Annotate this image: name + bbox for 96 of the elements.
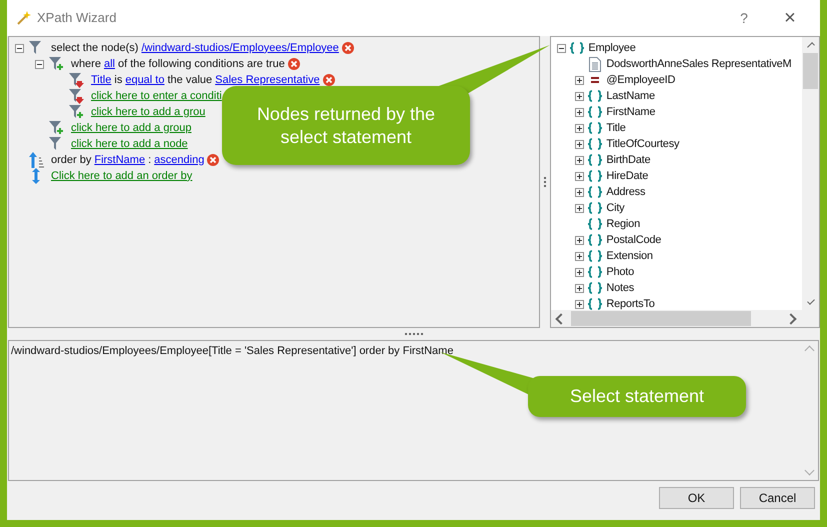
node-label[interactable]: Region — [606, 216, 640, 232]
node-label[interactable]: DodsworthAnneSales RepresentativeM — [606, 56, 792, 72]
delete-icon[interactable] — [322, 74, 335, 86]
node-label[interactable]: LastName — [606, 88, 655, 104]
splitter-grip-icon[interactable] — [544, 177, 546, 187]
query-text: : — [148, 152, 152, 168]
braces-icon — [588, 234, 602, 246]
scrollbar-thumb[interactable] — [803, 53, 818, 89]
braces-icon — [588, 282, 602, 294]
query-link[interactable]: equal to — [125, 72, 164, 88]
query-link[interactable]: FirstName — [94, 152, 146, 168]
magic-wand-icon — [17, 11, 31, 25]
node-label[interactable]: City — [606, 200, 624, 216]
expand-toggle-icon[interactable] — [575, 156, 584, 164]
braces-icon — [570, 42, 584, 54]
expand-toggle-icon[interactable] — [575, 204, 584, 212]
query-link[interactable]: all — [104, 56, 115, 72]
delete-icon[interactable] — [288, 58, 300, 70]
braces-icon — [588, 122, 602, 134]
braces-icon — [588, 202, 602, 214]
expand-toggle-icon[interactable] — [575, 252, 584, 260]
scroll-down-icon[interactable] — [806, 297, 814, 305]
callout: Select statement — [528, 376, 746, 417]
add-link[interactable]: click here to add a group — [71, 120, 192, 136]
expand-toggle-icon[interactable] — [575, 124, 584, 132]
braces-icon — [588, 266, 602, 278]
expand-toggle-icon[interactable] — [575, 236, 584, 244]
query-text: of the following conditions are true — [118, 56, 285, 72]
braces-icon — [588, 90, 602, 102]
node-label[interactable]: @EmployeeID — [606, 72, 676, 88]
query-link[interactable]: ascending — [154, 152, 204, 168]
delete-icon[interactable] — [207, 154, 220, 166]
expand-toggle-icon[interactable] — [575, 188, 584, 196]
scrollbar-thumb[interactable] — [571, 311, 752, 326]
add-link[interactable]: click here to enter a conditi — [91, 88, 222, 104]
expand-toggle-icon[interactable] — [575, 140, 584, 148]
statement-text: /windward-studios/Employees/Employee[Title = 'Sales Representative'] order by FirstName — [11, 345, 454, 357]
filter-plus-icon — [48, 56, 64, 72]
braces-icon — [588, 298, 602, 310]
add-link[interactable]: Click here to add an order by — [51, 168, 192, 184]
node-label[interactable]: TitleOfCourtesy — [606, 136, 680, 152]
node-label[interactable]: Employee — [588, 40, 636, 56]
expand-toggle-icon[interactable] — [575, 108, 584, 116]
braces-icon — [588, 106, 602, 118]
help-button[interactable]: ? — [724, 8, 764, 28]
node-label[interactable]: PostalCode — [606, 232, 662, 248]
node-label[interactable]: Address — [606, 184, 646, 200]
query-link[interactable]: Title — [91, 72, 112, 88]
window-title: XPath Wizard — [37, 9, 116, 28]
braces-icon — [588, 250, 602, 262]
expand-toggle-icon[interactable] — [575, 284, 584, 292]
query-link[interactable]: Sales Representative — [215, 72, 320, 88]
filter-icon — [28, 40, 44, 56]
ok-button[interactable]: OK — [659, 487, 734, 509]
node-label[interactable]: HireDate — [606, 168, 648, 184]
node-label[interactable]: Notes — [606, 280, 634, 296]
delete-icon[interactable] — [342, 42, 354, 54]
braces-icon — [588, 218, 602, 230]
query-text: select the node(s) — [51, 40, 138, 56]
document-icon — [588, 56, 602, 72]
filter-arrow-icon — [68, 88, 84, 104]
node-label[interactable]: BirthDate — [606, 152, 650, 168]
horizontal-scrollbar[interactable] — [551, 310, 819, 327]
add-link[interactable]: click here to add a grou — [91, 104, 206, 120]
collapse-toggle-icon[interactable] — [557, 44, 566, 52]
sort-ascending-icon — [28, 152, 44, 168]
braces-icon — [588, 154, 602, 166]
collapse-toggle-icon[interactable] — [35, 60, 44, 68]
scroll-up-icon[interactable] — [806, 42, 814, 50]
braces-icon — [588, 186, 602, 198]
expand-toggle-icon[interactable] — [575, 76, 584, 84]
expand-toggle-icon[interactable] — [575, 172, 584, 180]
expand-toggle-icon[interactable] — [575, 268, 584, 276]
close-button[interactable]: × — [770, 8, 810, 28]
query-text: order by — [51, 152, 92, 168]
expand-toggle-icon[interactable] — [575, 92, 584, 100]
node-label[interactable]: Title — [606, 120, 626, 136]
query-link[interactable]: /windward-studios/Employees/Employee — [141, 40, 339, 56]
braces-icon — [588, 138, 602, 150]
cancel-button[interactable]: Cancel — [740, 487, 815, 509]
node-label[interactable]: FirstName — [606, 104, 656, 120]
node-label[interactable]: Extension — [606, 248, 653, 264]
filter-icon — [48, 136, 64, 152]
expand-toggle-icon[interactable] — [575, 300, 584, 308]
braces-icon — [588, 170, 602, 182]
add-link[interactable]: click here to add a node — [71, 136, 188, 152]
vertical-scrollbar[interactable] — [802, 37, 819, 310]
query-text: the value — [167, 72, 212, 88]
query-text: where — [71, 56, 101, 72]
filter-arrow-icon — [68, 72, 84, 88]
filter-plus-icon — [68, 104, 84, 120]
filter-plus-icon — [48, 120, 64, 136]
collapse-toggle-icon[interactable] — [15, 44, 24, 52]
query-text: is — [114, 72, 122, 88]
node-label[interactable]: ReportsTo — [606, 296, 655, 310]
node-label[interactable]: Photo — [606, 264, 634, 280]
